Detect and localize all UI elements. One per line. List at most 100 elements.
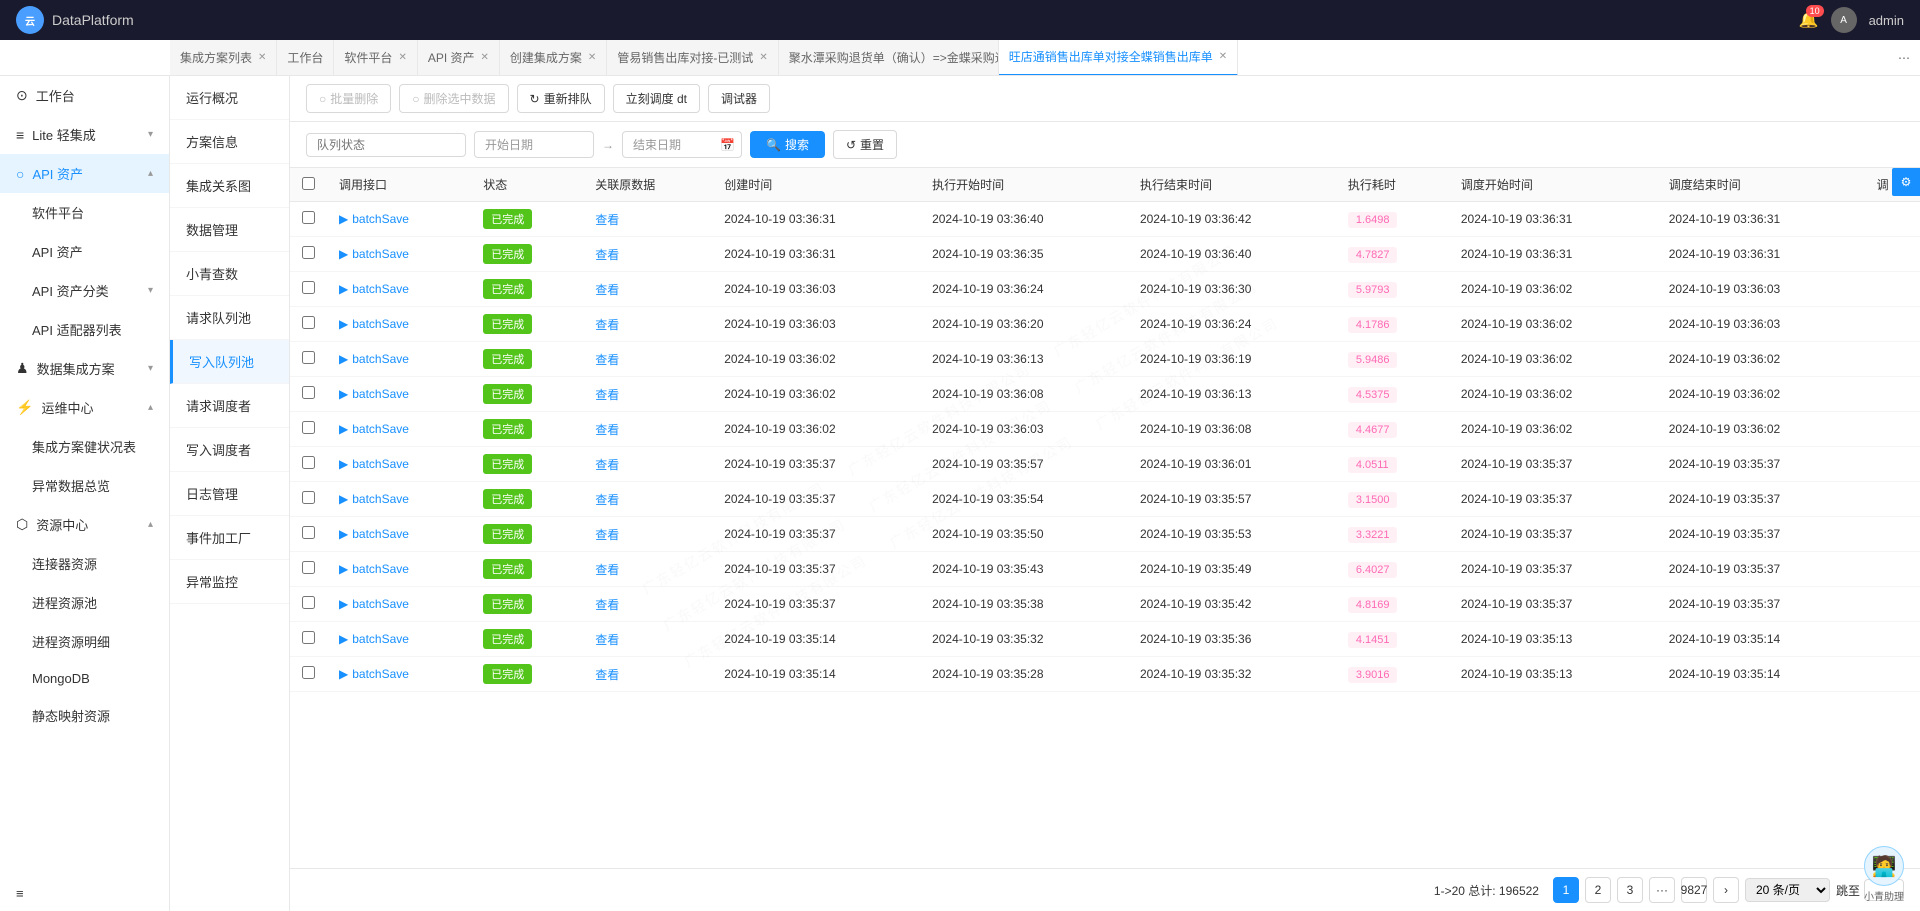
interface-link-2[interactable]: ▶ batchSave	[339, 282, 459, 296]
related-link-2[interactable]: 查看	[595, 283, 619, 297]
row-checkbox-1[interactable]	[302, 246, 315, 259]
related-link-8[interactable]: 查看	[595, 493, 619, 507]
left-nav-plan-info[interactable]: 方案信息	[170, 120, 289, 164]
interface-link-7[interactable]: ▶ batchSave	[339, 457, 459, 471]
interface-link-6[interactable]: ▶ batchSave	[339, 422, 459, 436]
related-link-10[interactable]: 查看	[595, 563, 619, 577]
left-nav-integration-diagram[interactable]: 集成关系图	[170, 164, 289, 208]
interface-link-4[interactable]: ▶ batchSave	[339, 352, 459, 366]
row-checkbox-5[interactable]	[302, 386, 315, 399]
re-sort-button[interactable]: ↻ 重新排队	[517, 84, 605, 113]
interface-link-11[interactable]: ▶ batchSave	[339, 597, 459, 611]
left-nav-data-management[interactable]: 数据管理	[170, 208, 289, 252]
left-nav-write-scheduler[interactable]: 写入调度者	[170, 428, 289, 472]
interface-link-13[interactable]: ▶ batchSave	[339, 667, 459, 681]
row-checkbox-6[interactable]	[302, 421, 315, 434]
left-nav-anomaly-monitor[interactable]: 异常监控	[170, 560, 289, 604]
page-btn-3[interactable]: 3	[1617, 877, 1643, 903]
sidebar-item-resource-center[interactable]: ⬡ 资源中心 ▴	[0, 505, 169, 544]
left-nav-request-queue[interactable]: 请求队列池	[170, 296, 289, 340]
sidebar-bottom-menu[interactable]: ≡	[0, 876, 169, 911]
sidebar-api-adapter[interactable]: API 适配器列表	[0, 310, 169, 349]
batch-delete-button[interactable]: ○ 批量删除	[306, 84, 391, 113]
interface-link-12[interactable]: ▶ batchSave	[339, 632, 459, 646]
sidebar-static-mapping[interactable]: 静态映射资源	[0, 696, 169, 735]
row-checkbox-7[interactable]	[302, 456, 315, 469]
row-checkbox-10[interactable]	[302, 561, 315, 574]
left-nav-write-queue[interactable]: 写入队列池	[170, 340, 289, 384]
tab-api-assets-close[interactable]: ✕	[481, 52, 489, 63]
sidebar-health-status[interactable]: 集成方案健状况表	[0, 427, 169, 466]
sidebar-software-platform[interactable]: 软件平台	[0, 193, 169, 232]
settings-button[interactable]: ⚙	[1892, 168, 1920, 196]
tab-jushui[interactable]: 聚水潭采购退货单（确认）=>金蝶采购退货单 ✕	[779, 40, 999, 76]
related-link-0[interactable]: 查看	[595, 213, 619, 227]
page-next-btn[interactable]: ›	[1713, 877, 1739, 903]
sidebar-api-asset-item[interactable]: API 资产	[0, 232, 169, 271]
page-size-select[interactable]: 20 条/页 50 条/页 100 条/页	[1745, 878, 1830, 902]
left-nav-xiaoqing-query[interactable]: 小青查数	[170, 252, 289, 296]
debugger-button[interactable]: 调试器	[708, 84, 770, 113]
tab-create-integration[interactable]: 创建集成方案 ✕	[500, 40, 607, 76]
tab-more-button[interactable]: ⋯	[1888, 51, 1920, 65]
related-link-7[interactable]: 查看	[595, 458, 619, 472]
select-all-checkbox[interactable]	[302, 177, 315, 190]
left-nav-log-management[interactable]: 日志管理	[170, 472, 289, 516]
related-link-11[interactable]: 查看	[595, 598, 619, 612]
interface-link-3[interactable]: ▶ batchSave	[339, 317, 459, 331]
notification-bell[interactable]: 🔔 10	[1799, 10, 1819, 30]
sidebar-item-lite[interactable]: ≡ Lite 轻集成 ▾	[0, 115, 169, 154]
row-checkbox-3[interactable]	[302, 316, 315, 329]
tab-software[interactable]: 软件平台 ✕	[334, 40, 417, 76]
related-link-4[interactable]: 查看	[595, 353, 619, 367]
row-checkbox-0[interactable]	[302, 211, 315, 224]
row-checkbox-2[interactable]	[302, 281, 315, 294]
tab-manage-sales[interactable]: 管易销售出库对接-已测试 ✕	[607, 40, 778, 76]
sidebar-item-ops-center[interactable]: ⚡ 运维中心 ▴	[0, 388, 169, 427]
search-button[interactable]: 🔍 搜索	[750, 131, 825, 158]
reset-button[interactable]: ↺ 重置	[833, 130, 897, 159]
sidebar-process-pool[interactable]: 进程资源池	[0, 583, 169, 622]
page-btn-1[interactable]: 1	[1553, 877, 1579, 903]
tab-wangdian[interactable]: 旺店通销售出库单对接全蝶销售出库单 ✕	[999, 40, 1238, 76]
tab-api-assets[interactable]: API 资产 ✕	[418, 40, 500, 76]
chat-assistant[interactable]: 🧑‍💻 小青助理	[1864, 846, 1904, 903]
sidebar-mongodb[interactable]: MongoDB	[0, 661, 169, 696]
related-link-12[interactable]: 查看	[595, 633, 619, 647]
sidebar-anomaly-data[interactable]: 异常数据总览	[0, 466, 169, 505]
related-link-3[interactable]: 查看	[595, 318, 619, 332]
tab-workbench[interactable]: 工作台	[277, 40, 334, 76]
row-checkbox-9[interactable]	[302, 526, 315, 539]
related-link-5[interactable]: 查看	[595, 388, 619, 402]
sidebar-api-classification[interactable]: API 资产分类 ▾	[0, 271, 169, 310]
tab-integration-list[interactable]: 集成方案列表 ✕	[170, 40, 277, 76]
row-checkbox-11[interactable]	[302, 596, 315, 609]
tab-integration-list-close[interactable]: ✕	[258, 52, 266, 63]
status-filter-input[interactable]	[306, 133, 466, 157]
sidebar-connector[interactable]: 连接器资源	[0, 544, 169, 583]
start-date-picker[interactable]: 开始日期	[474, 131, 594, 158]
related-link-6[interactable]: 查看	[595, 423, 619, 437]
tab-manage-sales-close[interactable]: ✕	[759, 52, 767, 63]
delete-selected-button[interactable]: ○ 删除选中数据	[399, 84, 508, 113]
sidebar-item-api-assets[interactable]: ○ API 资产 ▴	[0, 154, 169, 193]
tab-wangdian-close[interactable]: ✕	[1219, 51, 1227, 62]
left-nav-request-scheduler[interactable]: 请求调度者	[170, 384, 289, 428]
left-nav-event-factory[interactable]: 事件加工厂	[170, 516, 289, 560]
tab-software-close[interactable]: ✕	[398, 52, 406, 63]
interface-link-5[interactable]: ▶ batchSave	[339, 387, 459, 401]
related-link-9[interactable]: 查看	[595, 528, 619, 542]
interface-link-9[interactable]: ▶ batchSave	[339, 527, 459, 541]
row-checkbox-4[interactable]	[302, 351, 315, 364]
sidebar-process-detail[interactable]: 进程资源明细	[0, 622, 169, 661]
sidebar-item-data-integration[interactable]: ♟ 数据集成方案 ▾	[0, 349, 169, 388]
page-btn-last[interactable]: 9827	[1681, 877, 1707, 903]
interface-link-8[interactable]: ▶ batchSave	[339, 492, 459, 506]
end-date-picker[interactable]: 结束日期 📅	[622, 131, 742, 158]
page-btn-2[interactable]: 2	[1585, 877, 1611, 903]
schedule-dt-button[interactable]: 立刻调度 dt	[613, 84, 700, 113]
interface-link-0[interactable]: ▶ batchSave	[339, 212, 459, 226]
tab-create-integration-close[interactable]: ✕	[588, 52, 596, 63]
related-link-1[interactable]: 查看	[595, 248, 619, 262]
row-checkbox-12[interactable]	[302, 631, 315, 644]
